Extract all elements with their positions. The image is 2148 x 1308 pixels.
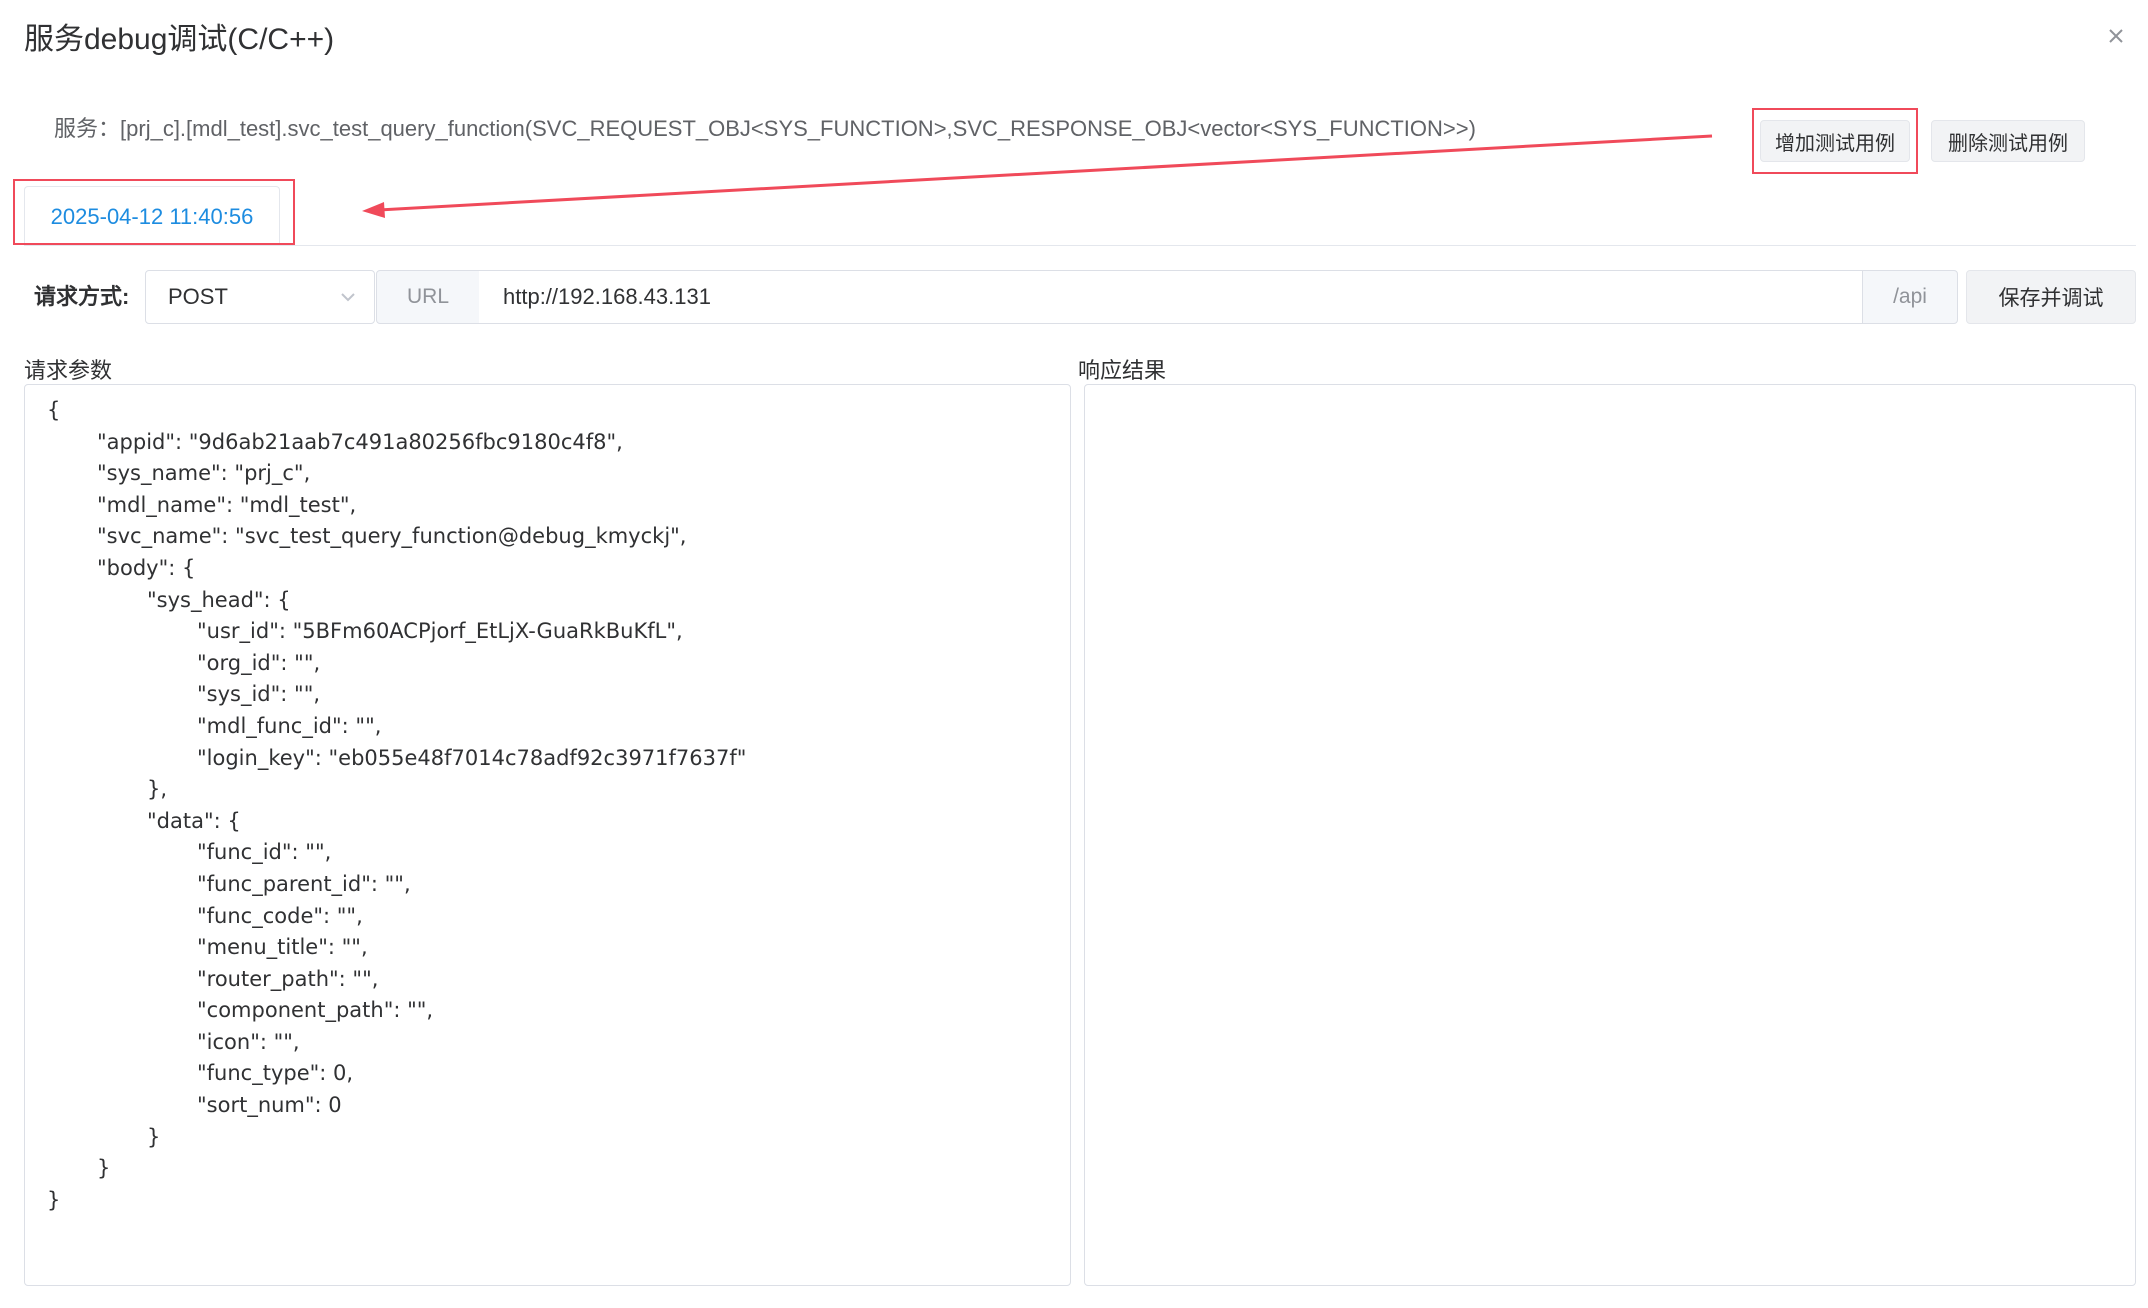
code-line: "component_path": "", (197, 998, 434, 1023)
tabs-divider (24, 245, 2136, 246)
code-line: "svc_name": "svc_test_query_function@deb… (97, 524, 687, 549)
request-params-editor[interactable]: { "appid": "9d6ab21aab7c491a80256fbc9180c… (24, 384, 1071, 1286)
code-line: "sys_id": "", (197, 682, 321, 707)
code-line: "router_path": "", (197, 966, 379, 991)
code-line: "body": { (97, 555, 196, 580)
code-line: { (47, 398, 61, 422)
request-method-value: POST (168, 284, 228, 309)
delete-test-case-button[interactable]: 删除测试用例 (1931, 120, 2085, 162)
chevron-down-icon (341, 293, 355, 302)
code-line: "sys_name": "prj_c", (97, 461, 311, 486)
url-prefix: URL (376, 270, 480, 324)
service-signature: 服务：[prj_c].[mdl_test].svc_test_query_fun… (54, 112, 1476, 146)
annotation-highlight-add-button (1752, 108, 1918, 174)
code-line: "data": { (147, 808, 241, 833)
code-line: } (97, 1156, 111, 1181)
code-line: "func_code": "", (197, 903, 363, 928)
url-input[interactable]: http://192.168.43.131 (479, 270, 1863, 324)
response-result-panel (1084, 384, 2136, 1286)
request-method-label: 请求方式: (34, 284, 130, 309)
code-line: "usr_id": "5BFm60ACPjorf_EtLjX-GuaRkBuKf… (197, 619, 683, 644)
service-label: 服务： (54, 116, 121, 141)
response-result-label: 响应结果 (1078, 358, 1167, 383)
code-line: } (47, 1187, 61, 1212)
code-line: "appid": "9d6ab21aab7c491a80256fbc9180c4… (97, 429, 623, 454)
code-line: }, (147, 777, 168, 802)
code-line: "menu_title": "", (197, 935, 368, 960)
code-line: "mdl_name": "mdl_test", (97, 492, 357, 517)
close-icon[interactable] (2096, 16, 2136, 56)
code-line: "func_parent_id": "", (197, 871, 411, 896)
code-line: "mdl_func_id": "", (197, 713, 382, 738)
request-params-label: 请求参数 (24, 358, 113, 383)
code-line: "func_id": "", (197, 840, 332, 865)
code-line: "func_type": 0, (197, 1061, 354, 1086)
code-line: "org_id": "", (197, 650, 321, 675)
url-suffix: /api (1862, 270, 1958, 324)
service-signature-text: [prj_c].[mdl_test].svc_test_query_functi… (120, 116, 1476, 141)
code-line: "login_key": "eb055e48f7014c78adf92c3971… (197, 745, 747, 770)
request-method-select[interactable]: POST (145, 270, 375, 324)
save-and-debug-button[interactable]: 保存并调试 (1966, 270, 2136, 324)
dialog-title: 服务debug调试(C/C++) (24, 23, 335, 56)
code-line: "sort_num": 0 (197, 1093, 342, 1118)
code-line: } (147, 1124, 161, 1149)
code-line: "icon": "", (197, 1029, 300, 1054)
annotation-highlight-tab (13, 179, 295, 245)
code-line: "sys_head": { (147, 587, 291, 612)
